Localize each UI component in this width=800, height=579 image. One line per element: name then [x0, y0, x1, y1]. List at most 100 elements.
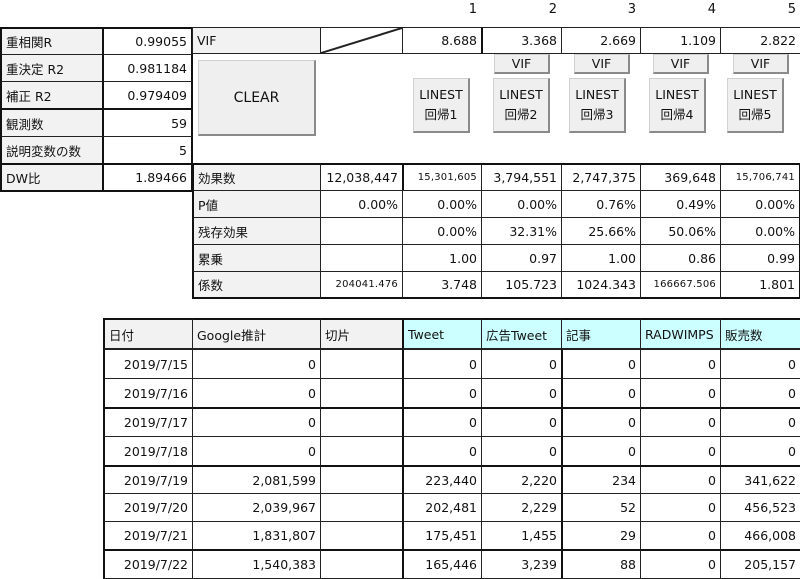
data-cell: [320, 521, 403, 550]
data-cell[interactable]: 0: [720, 407, 800, 437]
column-header-2[interactable]: 切片: [320, 318, 403, 349]
data-cell[interactable]: 165,446: [402, 549, 482, 579]
data-cell[interactable]: 0: [640, 521, 721, 550]
data-cell[interactable]: 0: [402, 378, 482, 408]
data-cell[interactable]: 0: [561, 407, 641, 437]
data-cell[interactable]: 0: [640, 407, 721, 437]
data-cell[interactable]: 0: [720, 349, 800, 379]
data-cell[interactable]: 0: [561, 436, 641, 466]
stat-value: 0.979409: [102, 81, 193, 109]
stat-label: 補正 R2: [0, 81, 104, 109]
date-cell[interactable]: 2019/7/20: [103, 493, 193, 522]
date-cell[interactable]: 2019/7/17: [103, 407, 193, 437]
data-cell[interactable]: 3,239: [481, 549, 562, 579]
data-cell[interactable]: 88: [561, 549, 641, 579]
data-cell[interactable]: 175,451: [402, 521, 482, 550]
date-cell[interactable]: 2019/7/21: [103, 521, 193, 550]
data-cell[interactable]: 0: [640, 378, 721, 408]
data-cell[interactable]: 234: [561, 465, 641, 494]
data-cell[interactable]: 466,008: [720, 521, 800, 550]
effect-value: 0.00%: [402, 190, 482, 218]
effect-value: 50.06%: [640, 217, 721, 245]
data-cell[interactable]: 0: [192, 436, 321, 466]
vif-button-label: VIF: [750, 55, 771, 71]
vif-button[interactable]: VIF: [494, 54, 550, 74]
effect-value: 0.97: [481, 244, 562, 272]
regression-label: 回帰2: [504, 107, 538, 122]
clear-button-label: CLEAR: [233, 89, 280, 106]
data-cell[interactable]: 0: [481, 378, 562, 408]
linest-regression-4-button[interactable]: LINEST 回帰4: [649, 78, 706, 133]
data-cell[interactable]: 1,540,383: [192, 549, 321, 579]
regression-label: 回帰5: [738, 107, 772, 122]
data-cell[interactable]: 0: [481, 407, 562, 437]
date-cell[interactable]: 2019/7/16: [103, 378, 193, 408]
column-header-3[interactable]: Tweet: [402, 318, 482, 349]
effect-value: 369,648: [640, 163, 721, 191]
data-cell[interactable]: 0: [481, 436, 562, 466]
effect-value: 1024.343: [561, 271, 641, 299]
data-cell[interactable]: 0: [640, 465, 721, 494]
vif-button-label: VIF: [591, 55, 612, 71]
linest-regression-5-button[interactable]: LINEST 回帰5: [727, 78, 784, 133]
data-cell[interactable]: 1,455: [481, 521, 562, 550]
data-cell[interactable]: 0: [481, 349, 562, 379]
date-cell[interactable]: 2019/7/15: [103, 349, 193, 379]
stat-label: 重相関R: [0, 27, 104, 55]
vif-label: VIF: [192, 27, 321, 54]
data-cell[interactable]: 205,157: [720, 549, 800, 579]
data-cell[interactable]: 0: [402, 349, 482, 379]
data-cell[interactable]: 2,081,599: [192, 465, 321, 494]
data-cell[interactable]: 202,481: [402, 493, 482, 522]
data-cell[interactable]: 0: [561, 378, 641, 408]
vif-button-label: VIF: [670, 55, 691, 71]
data-cell[interactable]: 0: [402, 407, 482, 437]
data-cell[interactable]: 341,622: [720, 465, 800, 494]
data-cell[interactable]: 0: [192, 349, 321, 379]
effect-value: 1.00: [561, 244, 641, 272]
column-header-7[interactable]: 販売数: [720, 318, 800, 349]
linest-regression-2-button[interactable]: LINEST 回帰2: [493, 78, 550, 133]
data-cell[interactable]: 0: [720, 378, 800, 408]
data-cell[interactable]: 29: [561, 521, 641, 550]
data-cell[interactable]: 0: [192, 378, 321, 408]
clear-button[interactable]: CLEAR: [198, 60, 316, 136]
vif-button[interactable]: VIF: [733, 54, 789, 74]
column-header-6[interactable]: RADWIMPS: [640, 318, 721, 349]
date-cell[interactable]: 2019/7/19: [103, 465, 193, 494]
effect-value: 0.99: [720, 244, 800, 272]
data-cell[interactable]: 2,220: [481, 465, 562, 494]
column-header-1[interactable]: Google推計: [192, 318, 321, 349]
stat-value: 0.99055: [102, 27, 193, 55]
column-header-0[interactable]: 日付: [103, 318, 193, 349]
date-cell[interactable]: 2019/7/18: [103, 436, 193, 466]
linest-regression-3-button[interactable]: LINEST 回帰3: [569, 78, 626, 133]
vif-button[interactable]: VIF: [653, 54, 709, 74]
data-cell[interactable]: 223,440: [402, 465, 482, 494]
data-cell: [320, 349, 403, 379]
data-cell[interactable]: 0: [640, 493, 721, 522]
regression-label: 回帰1: [424, 107, 458, 122]
data-cell[interactable]: 456,523: [720, 493, 800, 522]
effect-value: 15,301,605: [402, 163, 482, 191]
stat-label: DW比: [0, 163, 104, 192]
data-cell[interactable]: 0: [402, 436, 482, 466]
data-cell[interactable]: 1,831,807: [192, 521, 321, 550]
vif-button[interactable]: VIF: [574, 54, 630, 74]
data-cell[interactable]: 0: [720, 436, 800, 466]
linest-regression-1-button[interactable]: LINEST 回帰1: [413, 78, 470, 133]
data-cell[interactable]: 52: [561, 493, 641, 522]
column-number: 2: [548, 2, 557, 17]
data-cell[interactable]: 2,039,967: [192, 493, 321, 522]
data-cell[interactable]: 0: [640, 549, 721, 579]
data-cell[interactable]: 0: [640, 436, 721, 466]
date-cell[interactable]: 2019/7/22: [103, 549, 193, 579]
column-header-4[interactable]: 広告Tweet: [481, 318, 562, 349]
data-cell[interactable]: 0: [192, 407, 321, 437]
data-cell[interactable]: 0: [640, 349, 721, 379]
effect-value: 1.00: [402, 244, 482, 272]
effect-value: 12,038,447: [320, 163, 403, 191]
column-header-5[interactable]: 記事: [561, 318, 641, 349]
data-cell[interactable]: 2,229: [481, 493, 562, 522]
data-cell[interactable]: 0: [561, 349, 641, 379]
